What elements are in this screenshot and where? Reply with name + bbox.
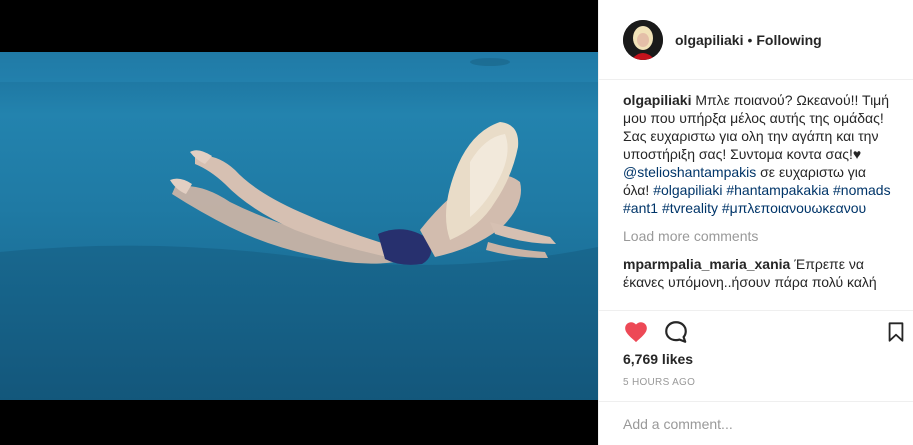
comments-list[interactable]: olgapiliaki Μπλε ποιανού? Ωκεανού!! Τιμή…	[623, 91, 893, 309]
hashtag[interactable]: #nomads	[833, 182, 891, 198]
hashtag[interactable]: #tvreality	[662, 200, 718, 216]
hashtag[interactable]: #olgapiliaki	[653, 182, 722, 198]
likes-count[interactable]: 6,769 likes	[623, 351, 693, 367]
post-side-panel: olgapiliaki • Following olgapiliaki Μπλε…	[598, 0, 913, 445]
following-button[interactable]: Following	[756, 32, 821, 48]
post-timestamp[interactable]: 5 HOURS AGO	[623, 377, 695, 388]
load-more-comments-button[interactable]: Load more comments	[623, 227, 893, 245]
header-separator: •	[747, 31, 753, 48]
avatar-image	[623, 19, 663, 60]
post-actions	[599, 310, 913, 350]
underwater-photo-image	[0, 52, 598, 400]
comment-icon[interactable]	[663, 319, 689, 345]
caption-mention[interactable]: @stelioshantampakis	[623, 164, 756, 180]
add-comment-area	[599, 401, 913, 445]
post-author-username[interactable]: olgapiliaki	[675, 32, 743, 48]
hashtag[interactable]: #ant1	[623, 200, 658, 216]
media-pane	[0, 0, 598, 445]
post-header: olgapiliaki • Following	[599, 0, 913, 80]
bookmark-icon[interactable]	[885, 319, 907, 345]
comment-input[interactable]	[623, 416, 890, 432]
hashtag[interactable]: #hantampakakia	[726, 182, 829, 198]
avatar[interactable]	[623, 19, 663, 60]
comment-username[interactable]: mparmpalia_maria_xania	[623, 256, 790, 272]
comment-item: mparmpalia_maria_xania Έπρεπε να έκανες …	[623, 255, 893, 291]
post-photo[interactable]	[0, 52, 598, 400]
caption: olgapiliaki Μπλε ποιανού? Ωκεανού!! Τιμή…	[623, 91, 893, 217]
heart-icon[interactable]	[623, 319, 649, 345]
hashtag[interactable]: #μπλεποιανουωκεανου	[722, 200, 866, 216]
caption-username[interactable]: olgapiliaki	[623, 92, 691, 108]
